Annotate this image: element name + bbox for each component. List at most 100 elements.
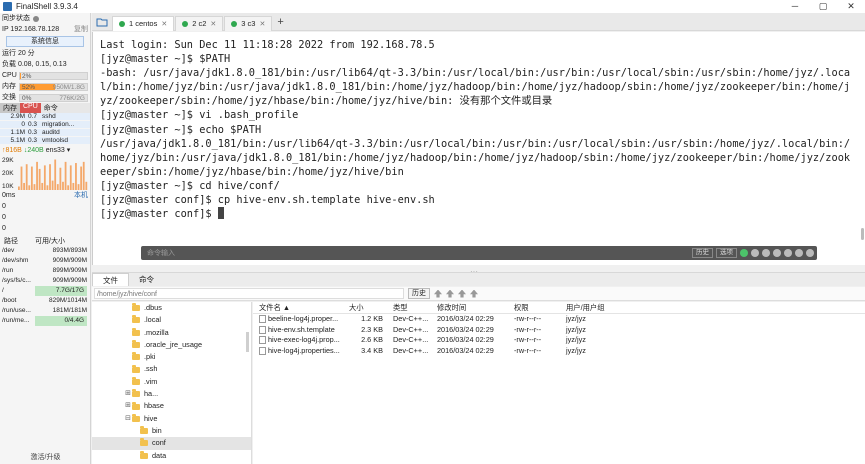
- tree-node[interactable]: data: [92, 450, 251, 462]
- file-row[interactable]: hive-env.sh.template 2.3 KB Dev-C++... 2016…: [253, 325, 865, 336]
- tree-node[interactable]: .oracle_jre_usage: [92, 339, 251, 351]
- terminal[interactable]: Last login: Sun Dec 11 11:18:28 2022 fro…: [92, 32, 865, 265]
- folder-icon: [132, 364, 140, 373]
- process-row[interactable]: 1.1M 0.3 auditd: [0, 129, 90, 137]
- disk-row[interactable]: /dev/shm 909M/909M: [0, 256, 90, 266]
- process-mem: 5.1M: [10, 137, 25, 144]
- options-button[interactable]: 选项: [716, 248, 737, 258]
- history-button[interactable]: 历史: [692, 248, 713, 258]
- net-sample-bar: [82, 161, 85, 190]
- load-average: 负载 0.08, 0.15, 0.13: [2, 61, 67, 68]
- file-row[interactable]: beeline-log4j.proper... 1.2 KB Dev-C++... 2…: [253, 314, 865, 325]
- disk-row[interactable]: /dev 893M/893M: [0, 246, 90, 256]
- chevron-down-icon[interactable]: ▾: [67, 145, 71, 156]
- expand-toggle-icon[interactable]: ⊞: [124, 400, 132, 412]
- copy-ip-button[interactable]: 复制: [74, 24, 88, 35]
- file-size: 3.4 KB: [361, 345, 383, 355]
- disk-row[interactable]: / 7.7G/17G: [0, 286, 90, 296]
- disk-row[interactable]: /sys/fs/c... 909M/909M: [0, 276, 90, 286]
- latency-target[interactable]: 本机: [74, 190, 88, 201]
- close-tab-icon[interactable]: ✕: [210, 20, 216, 28]
- tree-node[interactable]: ⊞ hbase: [92, 400, 251, 412]
- minimize-button[interactable]: ─: [781, 0, 809, 13]
- tree-node-label: .pki: [144, 352, 156, 362]
- parent-folder-icon[interactable]: [446, 289, 454, 298]
- tree-node[interactable]: .pki: [92, 351, 251, 363]
- command-input-bar[interactable]: 命令输入 历史 选项: [141, 246, 817, 260]
- disk-path: /dev: [2, 247, 15, 254]
- header-name[interactable]: 文件名 ▲: [253, 302, 345, 313]
- path-history-button[interactable]: 历史: [408, 288, 430, 299]
- tree-node[interactable]: conf: [92, 437, 251, 450]
- header-owner[interactable]: 用户/用户组: [560, 302, 620, 313]
- command-input[interactable]: 命令输入: [141, 248, 692, 258]
- tab-session-2[interactable]: 2 c2 ✕: [175, 15, 224, 31]
- tab-session-1[interactable]: 1 centos ✕: [112, 15, 175, 31]
- tree-node[interactable]: .mozilla: [92, 327, 251, 339]
- close-tab-icon[interactable]: ✕: [161, 20, 167, 28]
- terminal-output[interactable]: Last login: Sun Dec 11 11:18:28 2022 fro…: [100, 38, 858, 221]
- tab-session-3[interactable]: 3 c3 ✕: [224, 15, 273, 31]
- tree-node[interactable]: ⊟ hive: [92, 413, 251, 425]
- expand-toggle-icon[interactable]: ⊞: [124, 388, 132, 400]
- process-tab-command[interactable]: 命令: [41, 103, 61, 113]
- network-chart: 29K 20K 10K: [0, 156, 90, 190]
- tree-node[interactable]: .ssh: [92, 363, 251, 375]
- folder-button[interactable]: [92, 13, 112, 31]
- upgrade-link[interactable]: 激活/升级: [0, 452, 90, 462]
- expand-icon[interactable]: [806, 249, 814, 257]
- tree-node[interactable]: ⊞ ha...: [92, 388, 251, 400]
- process-row[interactable]: 0 0.3 migration...: [0, 121, 90, 129]
- header-permissions[interactable]: 权限: [508, 302, 560, 313]
- maximize-button[interactable]: ▢: [809, 0, 837, 13]
- download-icon[interactable]: [795, 249, 803, 257]
- copy-icon[interactable]: [751, 249, 759, 257]
- disk-row[interactable]: /boot 829M/1014M: [0, 296, 90, 306]
- tree-node[interactable]: bin: [92, 425, 251, 437]
- tree-node[interactable]: .local: [92, 314, 251, 326]
- disk-path-header: 路径: [4, 238, 18, 245]
- tree-scrollbar[interactable]: [246, 332, 249, 352]
- tab-label: 3 c3: [241, 19, 256, 28]
- process-row[interactable]: 5.1M 0.3 vmtoolsd: [0, 137, 90, 145]
- process-row[interactable]: 2.9M 0.7 sshd: [0, 113, 90, 121]
- path-bar: /home/jyz/hive/conf 历史: [92, 287, 865, 301]
- header-modified[interactable]: 修改时间: [431, 302, 508, 313]
- close-button[interactable]: ✕: [837, 0, 865, 13]
- refresh-icon[interactable]: [434, 289, 442, 298]
- disk-row[interactable]: /run/me... 0/4.4G: [0, 316, 90, 326]
- paste-icon[interactable]: [762, 249, 770, 257]
- status-green-icon[interactable]: [740, 249, 748, 257]
- path-input[interactable]: /home/jyz/hive/conf: [94, 288, 404, 299]
- process-tab-cpu[interactable]: CPU: [20, 103, 41, 113]
- close-tab-icon[interactable]: ✕: [259, 20, 265, 28]
- process-tab-memory[interactable]: 内存: [0, 103, 20, 113]
- disk-row[interactable]: /run 899M/909M: [0, 266, 90, 276]
- tab-files[interactable]: 文件: [92, 273, 129, 286]
- tree-node[interactable]: .vim: [92, 376, 251, 388]
- file-row[interactable]: hive-log4j.properties... 3.4 KB Dev-C++...…: [253, 346, 865, 357]
- download-icon[interactable]: [470, 289, 478, 298]
- tree-node-label: .ssh: [144, 364, 158, 374]
- file-size: 2.3 KB: [361, 324, 383, 334]
- tree-node[interactable]: .dbus: [92, 302, 251, 314]
- add-tab-button[interactable]: +: [277, 16, 283, 28]
- folder-icon: [132, 315, 140, 324]
- uptime: 运行 20 分: [2, 50, 35, 57]
- tab-commands[interactable]: 命令: [129, 273, 164, 286]
- search-icon[interactable]: [773, 249, 781, 257]
- net-interface-select[interactable]: ens33: [46, 145, 65, 156]
- gear-icon[interactable]: [784, 249, 792, 257]
- file-row[interactable]: hive-exec-log4j.prop... 2.6 KB Dev-C++... 2…: [253, 335, 865, 346]
- disk-row[interactable]: /run/use... 181M/181M: [0, 306, 90, 316]
- tree-node-label: .dbus: [144, 303, 162, 312]
- header-size[interactable]: 大小: [345, 302, 387, 313]
- system-info-button[interactable]: 系统信息: [6, 36, 84, 47]
- window-controls: ─ ▢ ✕: [781, 0, 865, 13]
- terminal-scrollbar[interactable]: [861, 228, 864, 240]
- header-type[interactable]: 类型: [387, 302, 431, 313]
- net-upload: ↑816B: [2, 147, 22, 154]
- expand-toggle-icon[interactable]: ⊟: [124, 413, 132, 425]
- upload-icon[interactable]: [458, 289, 466, 298]
- folder-icon: [132, 340, 140, 349]
